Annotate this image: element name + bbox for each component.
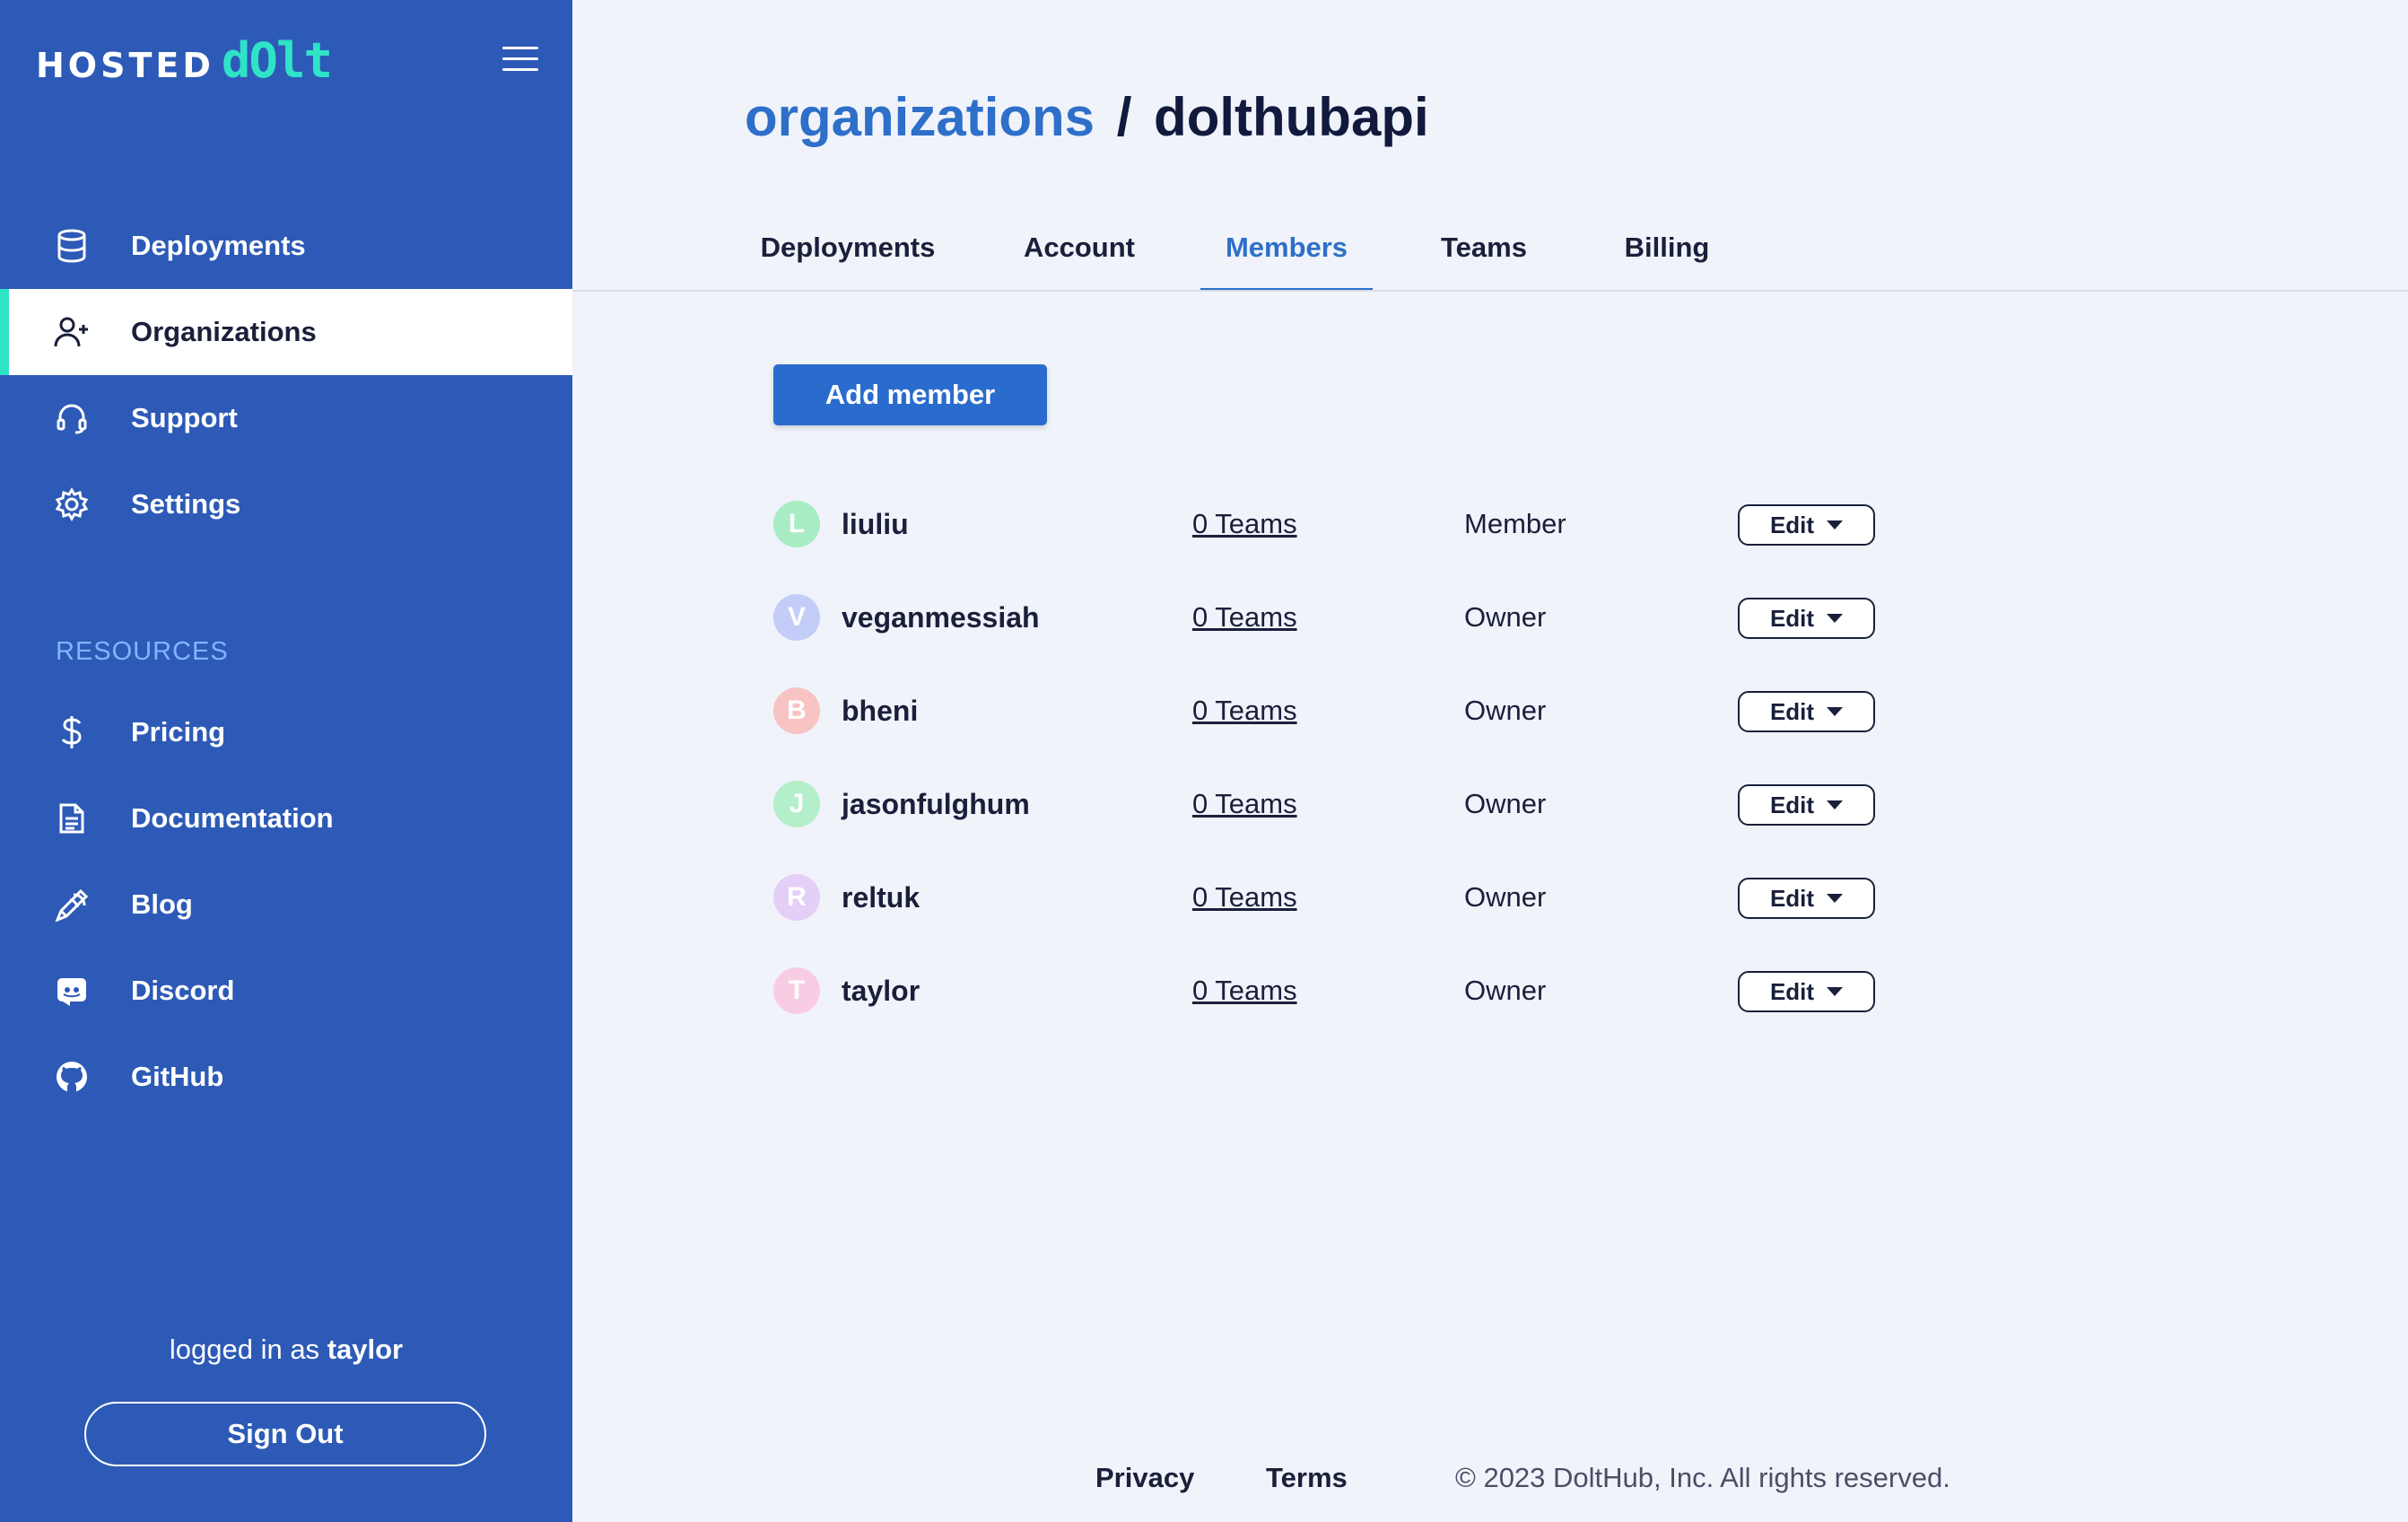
member-name: veganmessiah <box>842 601 1040 634</box>
sidebar-item-deployments[interactable]: Deployments <box>0 203 572 289</box>
tab-teams[interactable]: Teams <box>1441 232 1527 292</box>
discord-icon <box>54 973 90 1009</box>
caret-down-icon <box>1827 894 1844 903</box>
user-plus-icon <box>54 314 90 350</box>
edit-label: Edit <box>1769 791 1815 818</box>
edit-member-dropdown[interactable]: Edit <box>1738 878 1875 919</box>
tab-billing[interactable]: Billing <box>1622 232 1712 292</box>
sidebar: HOSTED dOlt Deployments Organizations Su… <box>0 0 572 1522</box>
sidebar-item-documentation[interactable]: Documentation <box>0 775 572 862</box>
resources-heading: RESOURCES <box>56 637 229 666</box>
sidebar-item-blog[interactable]: Blog <box>0 862 572 948</box>
dollar-icon <box>54 714 90 750</box>
member-row: R reltuk 0 Teams Owner Edit <box>773 865 1895 928</box>
sign-out-button[interactable]: Sign Out <box>84 1402 486 1466</box>
sidebar-item-github[interactable]: GitHub <box>0 1034 572 1120</box>
breadcrumb-organizations-link[interactable]: organizations <box>745 87 1095 147</box>
edit-label: Edit <box>1769 884 1815 912</box>
edit-member-dropdown[interactable]: Edit <box>1738 598 1875 639</box>
logged-in-prefix: logged in as <box>169 1334 320 1365</box>
sidebar-item-pricing[interactable]: Pricing <box>0 689 572 775</box>
member-teams-link[interactable]: 0 Teams <box>1192 601 1297 634</box>
add-member-button[interactable]: Add member <box>773 364 1047 425</box>
edit-member-dropdown[interactable]: Edit <box>1738 971 1875 1012</box>
logo-dolt-text: dOlt <box>221 32 333 89</box>
member-role: Owner <box>1464 788 1547 819</box>
caret-down-icon <box>1827 520 1844 529</box>
member-row: B bheni 0 Teams Owner Edit <box>773 678 1895 741</box>
gear-icon <box>54 486 90 522</box>
sidebar-item-label: Organizations <box>131 316 317 347</box>
avatar: T <box>773 967 820 1014</box>
hamburger-menu-icon[interactable] <box>502 47 538 74</box>
member-row: T taylor 0 Teams Owner Edit <box>773 958 1895 1021</box>
member-teams-link[interactable]: 0 Teams <box>1192 975 1297 1007</box>
member-teams-link[interactable]: 0 Teams <box>1192 788 1297 820</box>
sidebar-item-discord[interactable]: Discord <box>0 948 572 1034</box>
member-row: V veganmessiah 0 Teams Owner Edit <box>773 585 1895 648</box>
member-name: jasonfulghum <box>842 788 1030 820</box>
github-icon <box>54 1059 90 1095</box>
database-icon <box>54 228 90 264</box>
member-role: Owner <box>1464 975 1547 1006</box>
logged-in-status: logged in as taylor <box>0 1334 572 1366</box>
sidebar-item-label: Support <box>131 402 238 433</box>
sidebar-item-label: Discord <box>131 975 235 1006</box>
tab-members[interactable]: Members <box>1200 232 1373 292</box>
sidebar-item-label: Deployments <box>131 230 306 261</box>
tabs-divider <box>572 290 2408 292</box>
edit-member-dropdown[interactable]: Edit <box>1738 504 1875 546</box>
sidebar-item-settings[interactable]: Settings <box>0 461 572 547</box>
pen-icon <box>54 887 90 923</box>
sidebar-item-label: Settings <box>131 488 241 520</box>
breadcrumb: organizations / dolthubapi <box>745 86 1429 148</box>
edit-member-dropdown[interactable]: Edit <box>1738 784 1875 826</box>
avatar: R <box>773 874 820 921</box>
page-title: dolthubapi <box>1154 87 1429 147</box>
sidebar-item-organizations[interactable]: Organizations <box>0 289 572 375</box>
member-name: reltuk <box>842 881 920 914</box>
edit-label: Edit <box>1769 511 1815 538</box>
member-row: L liuliu 0 Teams Member Edit <box>773 492 1895 555</box>
sidebar-item-label: GitHub <box>131 1061 224 1092</box>
member-teams-link[interactable]: 0 Teams <box>1192 881 1297 914</box>
caret-down-icon <box>1827 614 1844 623</box>
edit-member-dropdown[interactable]: Edit <box>1738 691 1875 732</box>
edit-label: Edit <box>1769 977 1815 1005</box>
caret-down-icon <box>1827 707 1844 716</box>
tab-deployments[interactable]: Deployments <box>761 232 936 292</box>
footer-privacy-link[interactable]: Privacy <box>1095 1462 1194 1494</box>
sidebar-item-label: Documentation <box>131 802 334 834</box>
avatar: L <box>773 501 820 547</box>
member-role: Owner <box>1464 881 1547 913</box>
edit-label: Edit <box>1769 604 1815 632</box>
member-name: liuliu <box>842 508 909 540</box>
member-teams-link[interactable]: 0 Teams <box>1192 508 1297 540</box>
tab-account[interactable]: Account <box>1021 232 1138 292</box>
footer-terms-link[interactable]: Terms <box>1266 1462 1348 1494</box>
caret-down-icon <box>1827 800 1844 809</box>
logo-hosted-text: HOSTED <box>36 46 214 85</box>
member-role: Member <box>1464 508 1566 539</box>
sidebar-item-support[interactable]: Support <box>0 375 572 461</box>
member-role: Owner <box>1464 601 1547 633</box>
document-icon <box>54 800 90 836</box>
hosted-dolt-logo[interactable]: HOSTED dOlt <box>36 32 333 89</box>
headset-icon <box>54 400 90 436</box>
member-row: J jasonfulghum 0 Teams Owner Edit <box>773 772 1895 835</box>
sidebar-item-label: Pricing <box>131 716 226 748</box>
member-role: Owner <box>1464 695 1547 726</box>
footer-copyright: © 2023 DoltHub, Inc. All rights reserved… <box>1455 1462 1950 1493</box>
avatar: B <box>773 687 820 734</box>
logged-in-user: taylor <box>327 1334 404 1365</box>
breadcrumb-separator: / <box>1116 87 1132 147</box>
avatar: V <box>773 594 820 641</box>
member-name: bheni <box>842 695 919 727</box>
member-teams-link[interactable]: 0 Teams <box>1192 695 1297 727</box>
sidebar-item-label: Blog <box>131 888 193 920</box>
caret-down-icon <box>1827 987 1844 996</box>
member-name: taylor <box>842 975 920 1007</box>
avatar: J <box>773 781 820 827</box>
edit-label: Edit <box>1769 697 1815 725</box>
